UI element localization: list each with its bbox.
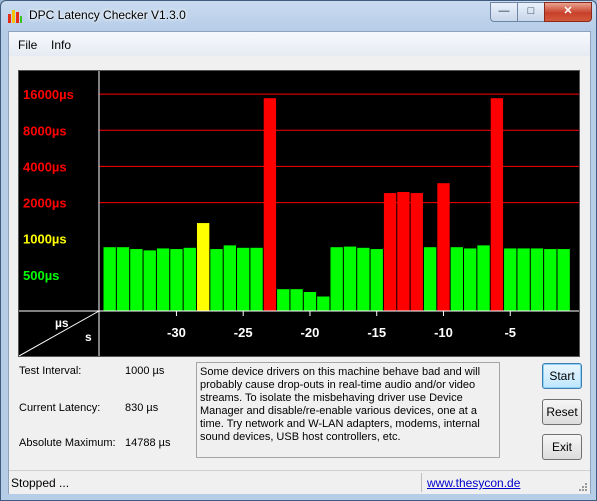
bar	[263, 98, 277, 311]
x-tick-label: -30	[167, 325, 186, 340]
bar	[464, 248, 477, 311]
bar	[116, 247, 130, 311]
resize-grip-icon[interactable]	[578, 482, 588, 492]
bar	[143, 250, 156, 311]
minimize-button[interactable]: —	[490, 2, 518, 22]
maximize-button[interactable]: □	[517, 2, 545, 22]
menu-bar: File Info	[9, 32, 590, 56]
bar	[237, 247, 250, 311]
reset-button[interactable]: Reset	[542, 399, 582, 425]
y-tick-label: 1000µs	[23, 232, 67, 247]
info-message-box: Some device drivers on this machine beha…	[196, 362, 500, 458]
bar	[277, 289, 290, 311]
bar	[156, 248, 170, 311]
app-icon	[8, 10, 22, 23]
current-latency-label: Current Latency:	[19, 402, 101, 414]
bar	[530, 248, 544, 311]
bar	[210, 249, 223, 311]
bar	[170, 249, 183, 311]
bar	[504, 248, 517, 311]
bar	[317, 296, 330, 311]
title-bar[interactable]: DPC Latency Checker V1.3.0 — □ ✕	[1, 1, 596, 31]
x-tick-label: -15	[367, 325, 386, 340]
bar	[410, 193, 423, 311]
start-button[interactable]: Start	[542, 363, 582, 389]
bar	[330, 247, 343, 311]
menu-file[interactable]: File	[18, 38, 37, 52]
bar	[423, 247, 437, 311]
x-tick-label: -25	[234, 325, 253, 340]
bar	[517, 248, 530, 311]
x-tick-label: -10	[434, 325, 453, 340]
bar	[303, 291, 317, 311]
bar	[196, 223, 210, 311]
y-tick-label: 2000µs	[23, 196, 67, 211]
status-bar: Stopped ... www.thesycon.de	[9, 470, 590, 494]
bar	[357, 247, 370, 311]
app-window: DPC Latency Checker V1.3.0 — □ ✕ File In…	[0, 0, 597, 501]
bar	[397, 191, 410, 311]
window-title: DPC Latency Checker V1.3.0	[29, 8, 186, 22]
website-link[interactable]: www.thesycon.de	[427, 476, 520, 490]
y-tick-label: 16000µs	[23, 87, 74, 102]
test-interval-label: Test Interval:	[19, 365, 82, 377]
absolute-maximum-label: Absolute Maximum:	[19, 437, 116, 449]
y-tick-label: 8000µs	[23, 123, 67, 138]
x-tick-label: -5	[504, 325, 516, 340]
latency-chart-svg: 16000µs 8000µs 4000µs 2000µs 1000µs 500µs µs s -…	[19, 71, 579, 356]
bar	[477, 245, 490, 311]
y-unit-label: µs	[55, 316, 69, 330]
bar	[383, 193, 397, 311]
client-area: File Info 16000µs 8000µs 4000µs 2000µs 1000µ…	[8, 31, 591, 494]
bar	[343, 246, 357, 311]
bar	[290, 289, 303, 311]
bar	[490, 98, 504, 311]
y-tick-label: 500µs	[23, 268, 59, 283]
bar	[183, 247, 196, 311]
y-tick-label: 4000µs	[23, 159, 67, 174]
test-interval-value: 1000 µs	[125, 365, 165, 377]
absolute-maximum-value: 14788 µs	[125, 437, 171, 449]
close-button[interactable]: ✕	[544, 2, 592, 22]
bar	[437, 183, 450, 311]
bar	[450, 247, 464, 311]
bar	[250, 247, 263, 311]
bar	[130, 249, 143, 311]
current-latency-value: 830 µs	[125, 402, 159, 414]
exit-button[interactable]: Exit	[542, 434, 582, 460]
latency-chart: 16000µs 8000µs 4000µs 2000µs 1000µs 500µs µs s -…	[18, 70, 580, 357]
status-separator	[421, 473, 422, 492]
x-tick-label: -20	[301, 325, 320, 340]
bar	[103, 247, 116, 311]
bar	[544, 249, 557, 311]
x-unit-label: s	[85, 330, 92, 344]
bar	[223, 245, 237, 311]
bar	[557, 249, 570, 311]
menu-info[interactable]: Info	[51, 38, 71, 52]
status-text: Stopped ...	[11, 476, 70, 490]
bar	[370, 249, 383, 311]
